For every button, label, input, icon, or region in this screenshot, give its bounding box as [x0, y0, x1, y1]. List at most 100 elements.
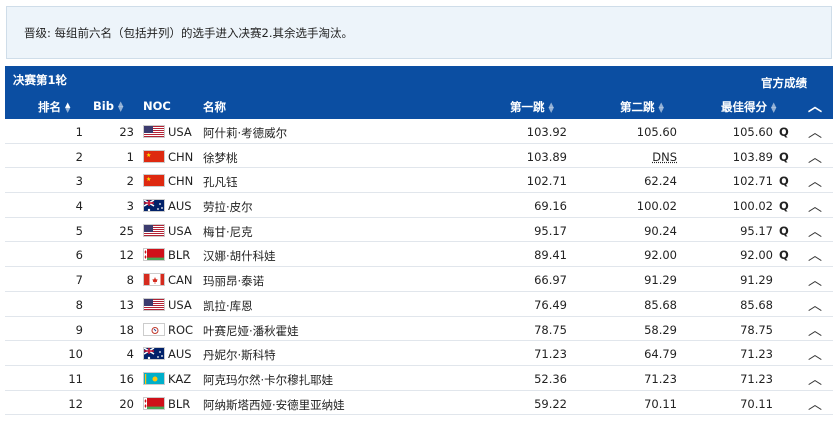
jump2-score: 92.00 [644, 248, 677, 263]
athlete-name[interactable]: 阿克玛尔然·卡尔穆扎耶娃 [203, 372, 333, 388]
jump2-score: 71.23 [644, 371, 677, 386]
flag-icon: ★ [143, 174, 165, 188]
jump1-score: 52.36 [534, 371, 567, 386]
bib-cell: 25 [119, 223, 134, 238]
athlete-name[interactable]: 凯拉·库恩 [203, 298, 253, 314]
expand-row-icon[interactable]: ︿ [808, 344, 822, 364]
best-score: 78.75 [740, 322, 773, 337]
jump1-score: 59.22 [534, 396, 567, 411]
flag-icon [143, 371, 165, 385]
jump2-score: 91.29 [644, 273, 677, 288]
qualified-badge: Q [779, 149, 789, 164]
expand-row-icon[interactable]: ︿ [808, 369, 822, 389]
bib-cell: 2 [126, 174, 134, 189]
rank-cell: 4 [75, 199, 83, 214]
results-title-bar: 决赛第1轮 官方成绩 [5, 66, 833, 92]
expand-row-icon[interactable]: ︿ [808, 394, 822, 414]
rank-cell: 6 [75, 248, 83, 263]
header-jump1[interactable]: 第一跳 ▲ ▼ [510, 99, 554, 115]
flag-icon [143, 297, 165, 311]
athlete-name[interactable]: 叶赛尼娅·潘秋霍娃 [203, 323, 299, 339]
jump2-score: 70.11 [644, 396, 677, 411]
header-best[interactable]: 最佳得分 ▲ ▼ [721, 99, 776, 115]
flag-icon [143, 273, 165, 287]
table-header: 排名 ▲ ▼ Bib ▲ ▼ NOC 名称 第一跳 ▲ ▼ 第二跳 ▲ ▼ 最佳得分 ▲ ▼ ︿ [5, 92, 833, 119]
athlete-name[interactable]: 徐梦桃 [203, 150, 238, 166]
header-bib[interactable]: Bib ▲ ▼ [93, 99, 123, 113]
flag-icon [143, 248, 165, 262]
jump2-score: 105.60 [636, 125, 677, 139]
table-row[interactable]: 1 23 USA 阿什莉·考德威尔 103.92 105.60 105.60 Q… [5, 119, 833, 144]
advancement-note: 晋级: 每组前六名（包括并列）的选手进入决赛2.其余选手淘汰。 [6, 6, 832, 59]
sort-icon: ▲ ▼ [117, 99, 124, 113]
table-row[interactable]: 7 8 CAN 玛丽昂·泰诺 66.97 91.29 91.29 ︿ [5, 267, 833, 292]
best-score: 103.89 [732, 149, 773, 164]
header-noc: NOC [143, 99, 171, 113]
best-score: 70.11 [740, 396, 773, 411]
rank-cell: 1 [75, 125, 83, 139]
athlete-name[interactable]: 劳拉·皮尔 [203, 199, 253, 215]
jump1-score: 66.97 [534, 273, 567, 288]
sort-icon: ▲ ▼ [771, 100, 777, 114]
results-table-body: 1 23 USA 阿什莉·考德威尔 103.92 105.60 105.60 Q… [5, 119, 833, 416]
expand-row-icon[interactable]: ︿ [808, 122, 822, 142]
jump2-score: 62.24 [644, 174, 677, 189]
expand-row-icon[interactable]: ︿ [808, 270, 822, 290]
table-row[interactable]: 2 1 ★ CHN 徐梦桃 103.89 DNS 103.89 Q ︿ [5, 143, 833, 169]
svg-text:★: ★ [146, 176, 151, 183]
bib-cell: 12 [119, 248, 134, 263]
rank-cell: 7 [75, 273, 83, 288]
jump1-score: 102.71 [526, 174, 567, 189]
best-score: 91.29 [740, 273, 773, 288]
expand-row-icon[interactable]: ︿ [808, 245, 822, 265]
table-row[interactable]: 9 18 ROC 叶赛尼娅·潘秋霍娃 78.75 58.29 78.75 ︿ [5, 316, 833, 342]
athlete-name[interactable]: 阿什莉·考德威尔 [203, 125, 287, 141]
expand-row-icon[interactable]: ︿ [808, 320, 822, 340]
table-row[interactable]: 3 2 ★ CHN 孔凡钰 102.71 62.24 102.71 Q ︿ [5, 168, 833, 194]
flag-icon [143, 125, 165, 138]
rank-cell: 11 [68, 371, 83, 386]
flag-icon [143, 199, 165, 213]
athlete-name[interactable]: 汉娜·胡什科娃 [203, 248, 276, 264]
jump1-score: 89.41 [534, 248, 567, 263]
table-row[interactable]: 11 16 KAZ 阿克玛尔然·卡尔穆扎耶娃 52.36 71.23 71.23… [5, 365, 833, 391]
expand-row-icon[interactable]: ︿ [808, 295, 822, 315]
table-row[interactable]: 5 25 USA 梅甘·尼克 95.17 90.24 95.17 Q ︿ [5, 217, 833, 243]
noc-cell: ROC [168, 322, 194, 337]
best-score: 71.23 [740, 371, 773, 386]
flag-icon [143, 347, 165, 361]
athlete-name[interactable]: 丹妮尔·斯科特 [203, 347, 276, 363]
header-jump2[interactable]: 第二跳 ▲ ▼ [620, 99, 664, 115]
table-row[interactable]: 8 13 USA 凯拉·库恩 76.49 85.68 85.68 ︿ [5, 291, 833, 317]
bib-cell: 23 [119, 125, 134, 139]
sort-icon: ▲ ▼ [658, 100, 664, 114]
table-row[interactable]: 10 4 AUS 丹妮尔·斯科特 71.23 64.79 71.23 ︿ [5, 341, 833, 366]
bib-cell: 8 [126, 273, 134, 288]
table-row[interactable]: 6 12 BLR 汉娜·胡什科娃 89.41 92.00 92.00 Q ︿ [5, 242, 833, 268]
table-row[interactable]: 4 3 AUS 劳拉·皮尔 69.16 100.02 100.02 Q ︿ [5, 193, 833, 218]
athlete-name[interactable]: 孔凡钰 [203, 174, 238, 190]
athlete-name[interactable]: 玛丽昂·泰诺 [203, 273, 264, 289]
section-title: 决赛第1轮 [13, 73, 68, 87]
official-results-link[interactable]: 官方成绩 [761, 75, 807, 91]
flag-icon [143, 396, 165, 410]
athlete-name[interactable]: 梅甘·尼克 [203, 224, 253, 240]
best-score: 102.71 [732, 174, 773, 189]
expand-row-icon[interactable]: ︿ [808, 196, 822, 216]
jump1-score: 69.16 [534, 199, 567, 214]
jump1-score: 95.17 [534, 223, 567, 238]
expand-row-icon[interactable]: ︿ [808, 171, 822, 191]
table-row[interactable]: 12 20 BLR 阿纳斯塔西娅·安德里亚纳娃 59.22 70.11 70.1… [5, 390, 833, 416]
noc-cell: BLR [168, 248, 191, 263]
jump2-score: DNS [652, 149, 677, 164]
expand-row-icon[interactable]: ︿ [808, 147, 822, 167]
header-rank[interactable]: 排名 ▲ ▼ [38, 99, 70, 115]
collapse-all-icon[interactable]: ︿ [808, 96, 822, 116]
athlete-name[interactable]: 阿纳斯塔西娅·安德里亚纳娃 [203, 397, 345, 413]
jump1-score: 78.75 [534, 322, 567, 337]
expand-row-icon[interactable]: ︿ [808, 221, 822, 241]
flag-icon [143, 322, 165, 336]
noc-cell: USA [168, 297, 192, 312]
bib-cell: 1 [126, 149, 134, 164]
best-score: 92.00 [740, 248, 773, 263]
